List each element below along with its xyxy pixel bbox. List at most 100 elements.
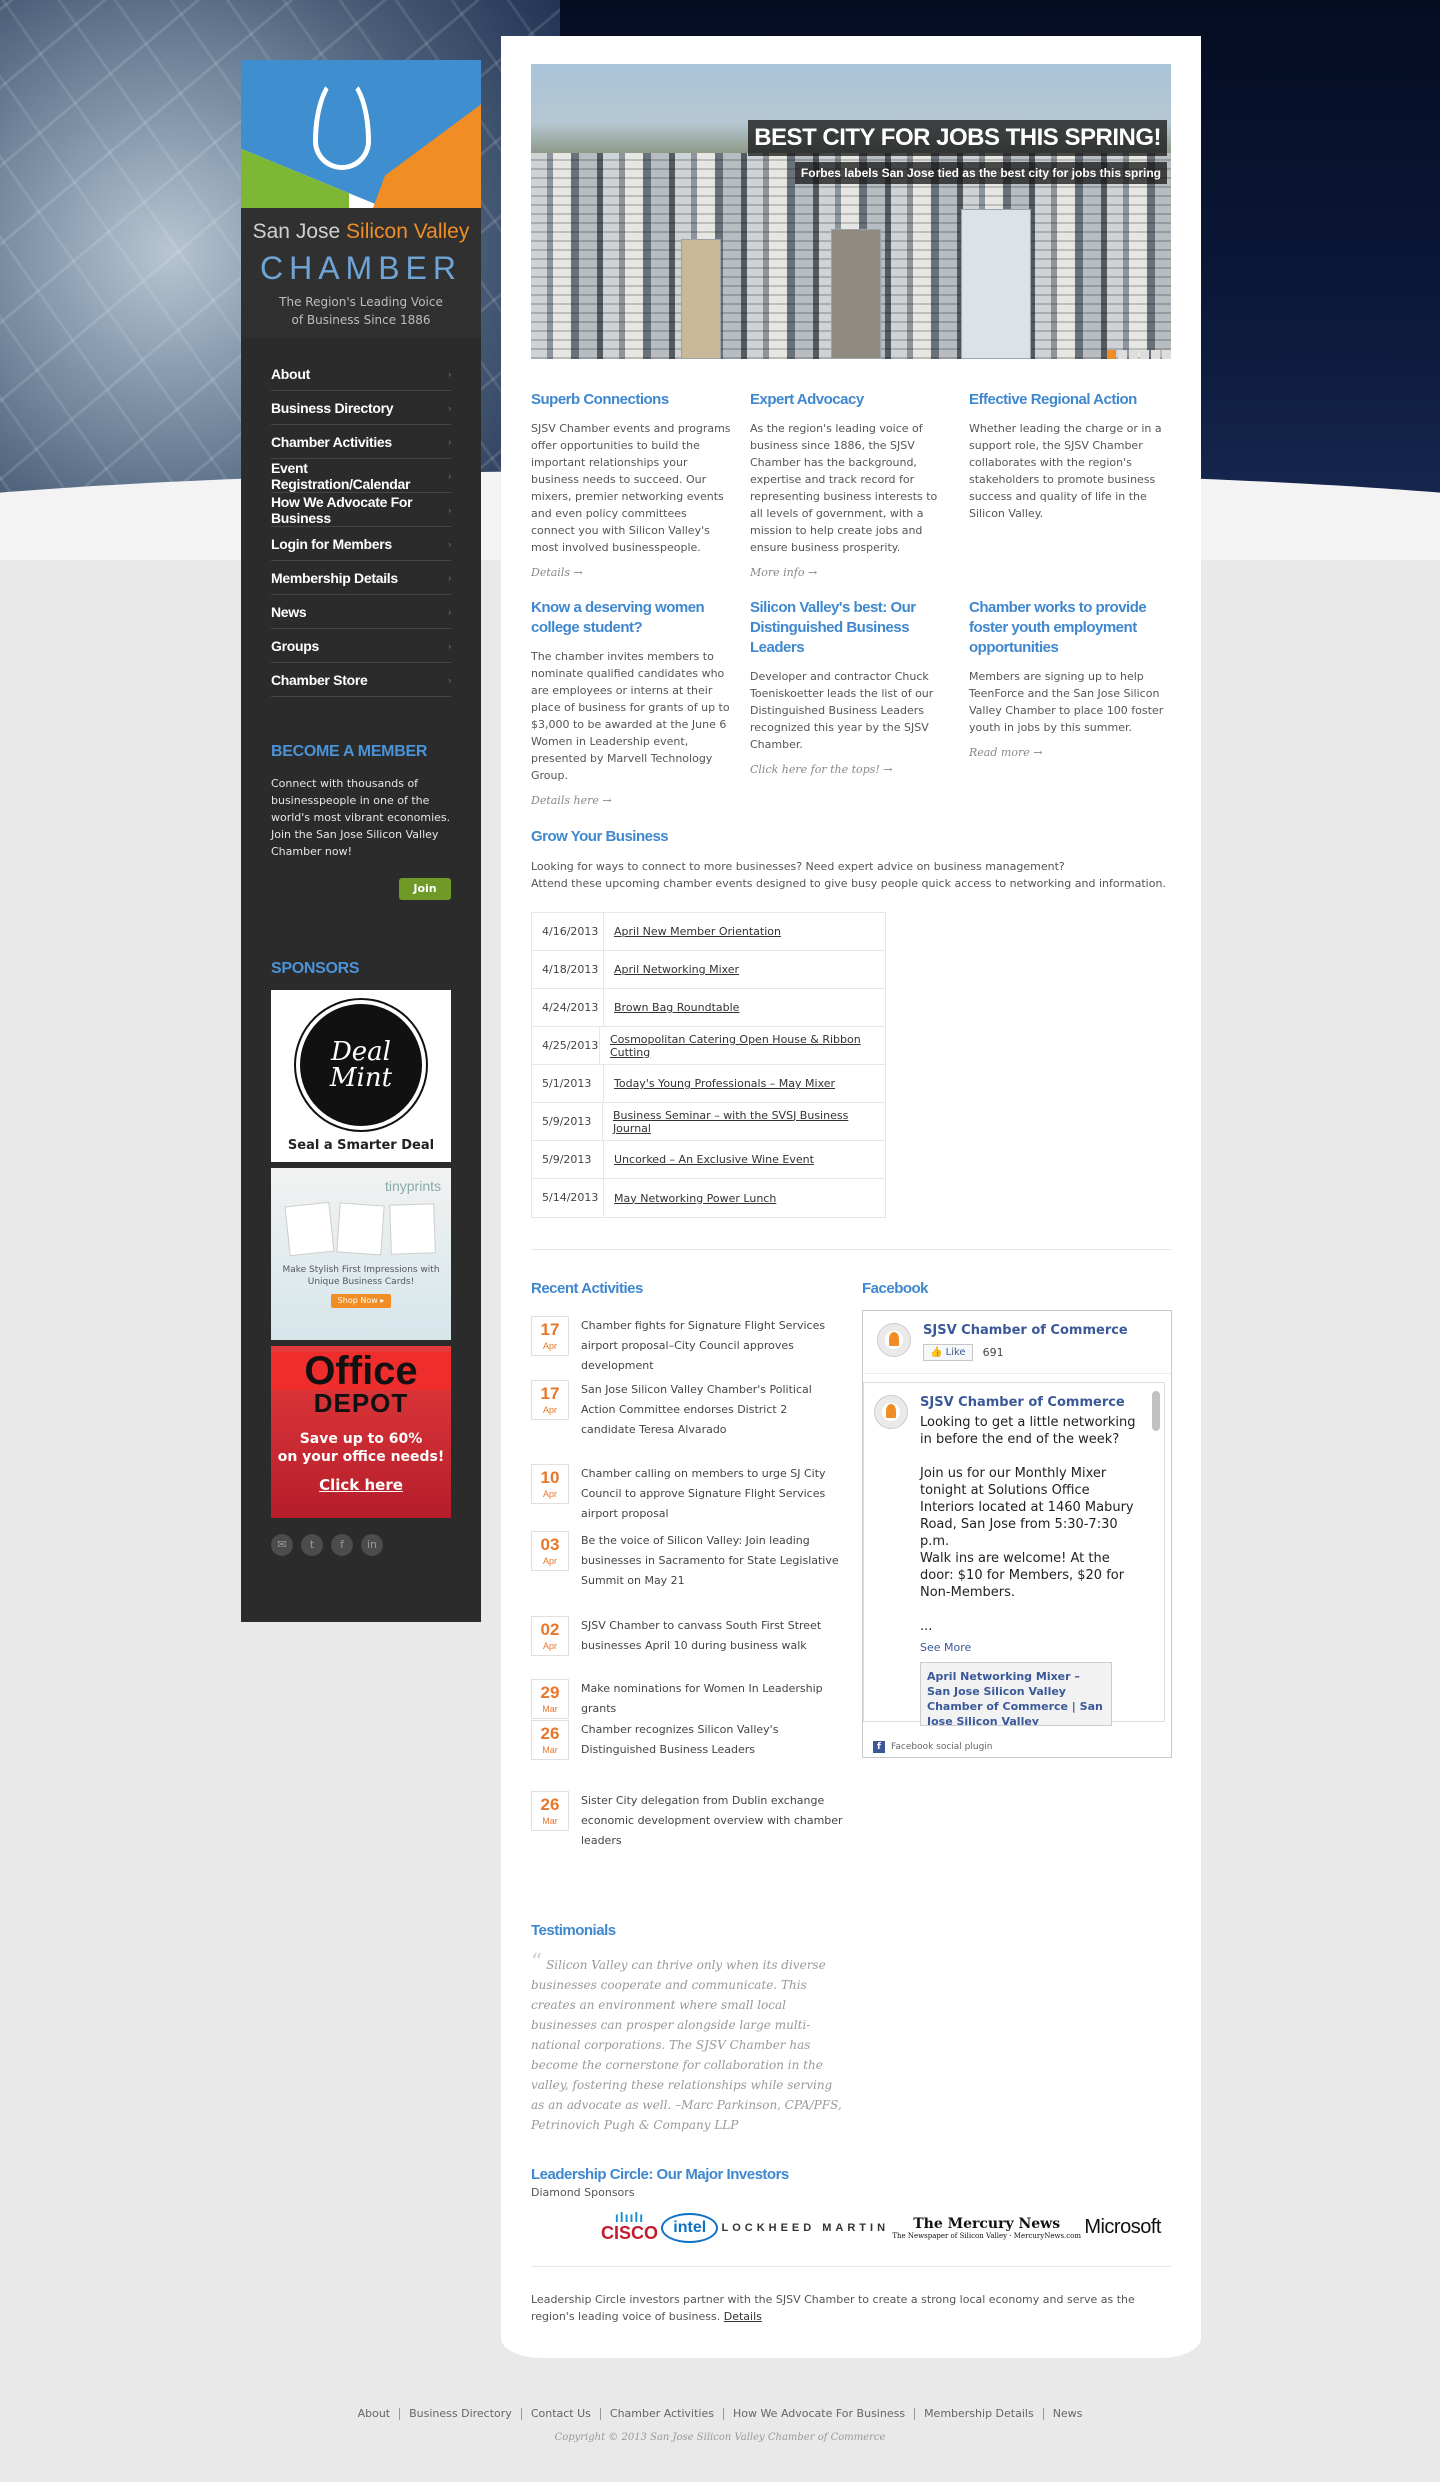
- news-card: Know a deserving women college student? T…: [531, 599, 730, 807]
- leadership-details-link[interactable]: Details: [724, 2310, 762, 2323]
- join-button[interactable]: Join: [399, 878, 451, 900]
- footer-link-news[interactable]: News: [1042, 2408, 1092, 2420]
- activity-link[interactable]: San Jose Silicon Valley Chamber's Politi…: [581, 1380, 843, 1440]
- chevron-right-icon: ›: [448, 504, 451, 515]
- event-row: 4/25/2013 Cosmopolitan Catering Open Hous…: [532, 1027, 885, 1065]
- nav-item-news[interactable]: News ›: [271, 595, 451, 629]
- nav-item-event-registration-calendar[interactable]: Event Registration/Calendar ›: [271, 459, 451, 493]
- activity-link[interactable]: Chamber recognizes Silicon Valley's Dist…: [581, 1720, 843, 1760]
- facebook-icon[interactable]: f: [331, 1534, 353, 1556]
- event-row: 4/16/2013 April New Member Orientation: [532, 913, 885, 951]
- slider-dot[interactable]: [1140, 350, 1149, 359]
- fb-like-button[interactable]: 👍 Like: [923, 1344, 973, 1361]
- event-link[interactable]: April Networking Mixer: [604, 963, 739, 976]
- date-badge: 17 Apr: [531, 1316, 569, 1356]
- event-link[interactable]: Brown Bag Roundtable: [604, 1001, 739, 1014]
- sponsor-dealmint[interactable]: Deal Mint Seal a Smarter Deal: [271, 990, 451, 1162]
- divider: [531, 1249, 1171, 1250]
- sidebar: San Jose Silicon Valley CHAMBER The Regi…: [241, 60, 481, 1622]
- divider: [531, 2266, 1171, 2267]
- fb-see-more[interactable]: See More: [920, 1641, 1140, 1654]
- event-link[interactable]: Business Seminar – with the SVSJ Busines…: [603, 1109, 885, 1135]
- fb-attachment[interactable]: April Networking Mixer – San Jose Silico…: [920, 1662, 1112, 1726]
- social-links: ✉ t f in: [271, 1534, 451, 1556]
- email-icon[interactable]: ✉: [271, 1534, 293, 1556]
- event-link[interactable]: April New Member Orientation: [604, 925, 781, 938]
- nav-item-membership-details[interactable]: Membership Details ›: [271, 561, 451, 595]
- activity-item: 26 Mar Chamber recognizes Silicon Valley's…: [531, 1720, 843, 1760]
- fb-page-name[interactable]: SJSV Chamber of Commerce: [923, 1323, 1128, 1338]
- nav-item-chamber-store[interactable]: Chamber Store ›: [271, 663, 451, 697]
- fb-post: SJSV Chamber of Commerce Looking to get …: [863, 1382, 1165, 1726]
- activity-item: 03 Apr Be the voice of Silicon Valley: Joi…: [531, 1531, 843, 1591]
- twitter-icon[interactable]: t: [301, 1534, 323, 1556]
- feature-card: Superb Connections SJSV Chamber events an…: [531, 391, 731, 579]
- activity-link[interactable]: Chamber calling on members to urge SJ Ci…: [581, 1464, 843, 1524]
- event-link[interactable]: Today's Young Professionals – May Mixer: [604, 1077, 835, 1090]
- date-badge: 02 Apr: [531, 1616, 569, 1656]
- activity-link[interactable]: Be the voice of Silicon Valley: Join lea…: [581, 1531, 843, 1591]
- event-link[interactable]: May Networking Power Lunch: [604, 1192, 776, 1205]
- slider-dot[interactable]: [1118, 350, 1127, 359]
- event-row: 4/24/2013 Brown Bag Roundtable: [532, 989, 885, 1027]
- event-date: 5/9/2013: [532, 1103, 603, 1140]
- activity-item: 17 Apr San Jose Silicon Valley Chamber's P…: [531, 1380, 843, 1440]
- event-link[interactable]: Uncorked – An Exclusive Wine Event: [604, 1153, 814, 1166]
- leadership-title: Leadership Circle: Our Major Investors: [531, 2166, 789, 2183]
- logo-text: San Jose Silicon Valley CHAMBER The Regi…: [241, 208, 481, 337]
- activity-item: 26 Mar Sister City delegation from Dublin …: [531, 1791, 843, 1851]
- footer-link-membership-details[interactable]: Membership Details: [914, 2408, 1043, 2420]
- lockheed-martin-logo[interactable]: LOCKHEED MARTIN: [721, 2222, 889, 2234]
- main-nav: About › Business Directory › Chamber Activit…: [271, 357, 451, 697]
- event-row: 5/9/2013 Business Seminar – with the SVSJ…: [532, 1103, 885, 1141]
- sponsor-logos: ılıılı CISCO intel LOCKHEED MARTIN The Me…: [601, 2210, 1161, 2244]
- footer-link-contact-us[interactable]: Contact Us: [520, 2408, 600, 2420]
- fb-post-text: Looking to get a little networking in be…: [920, 1415, 1136, 1634]
- activity-link[interactable]: Make nominations for Women In Leadership…: [581, 1679, 843, 1719]
- footer-link-business-directory[interactable]: Business Directory: [399, 2408, 521, 2420]
- chevron-right-icon: ›: [448, 470, 451, 481]
- fb-like-count: 691: [982, 1346, 1004, 1359]
- nav-item-chamber-activities[interactable]: Chamber Activities ›: [271, 425, 451, 459]
- activity-link[interactable]: Sister City delegation from Dublin excha…: [581, 1791, 843, 1851]
- nav-item-login-for-members[interactable]: Login for Members ›: [271, 527, 451, 561]
- main-content: BEST CITY FOR JOBS THIS SPRING! Forbes l…: [501, 36, 1201, 2358]
- slider-dot[interactable]: [1107, 350, 1116, 359]
- nav-item-groups[interactable]: Groups ›: [271, 629, 451, 663]
- footer-link-about[interactable]: About: [349, 2408, 400, 2420]
- chevron-right-icon: ›: [448, 436, 451, 447]
- hero-slider[interactable]: BEST CITY FOR JOBS THIS SPRING! Forbes l…: [531, 64, 1171, 359]
- slider-dot[interactable]: [1162, 350, 1171, 359]
- nav-item-how-we-advocate-for-business[interactable]: How We Advocate For Business ›: [271, 493, 451, 527]
- activity-item: 17 Apr Chamber fights for Signature Flight…: [531, 1316, 843, 1376]
- become-member-title: BECOME A MEMBER: [271, 743, 428, 760]
- chamber-logo[interactable]: [241, 60, 481, 208]
- sponsor-tinyprints[interactable]: tinyprints Make Stylish First Impression…: [271, 1168, 451, 1340]
- activity-link[interactable]: SJSV Chamber to canvass South First Stre…: [581, 1616, 843, 1656]
- fb-scrollbar[interactable]: [1152, 1391, 1160, 1431]
- chamber-avatar[interactable]: [877, 1323, 911, 1357]
- event-date: 4/25/2013: [532, 1027, 600, 1064]
- mercury-news-logo[interactable]: The Mercury News The Newspaper of Silicon…: [892, 2216, 1081, 2240]
- microsoft-logo[interactable]: Microsoft: [1084, 2216, 1161, 2239]
- cisco-logo[interactable]: ılıılı CISCO: [601, 2210, 658, 2244]
- footer-link-chamber-activities[interactable]: Chamber Activities: [599, 2408, 723, 2420]
- activity-item: 29 Mar Make nominations for Women In Leade…: [531, 1679, 843, 1719]
- event-date: 5/14/2013: [532, 1179, 604, 1217]
- event-date: 5/1/2013: [532, 1065, 604, 1102]
- event-row: 4/18/2013 April Networking Mixer: [532, 951, 885, 989]
- activity-link[interactable]: Chamber fights for Signature Flight Serv…: [581, 1316, 843, 1376]
- activity-item: 10 Apr Chamber calling on members to urge …: [531, 1464, 843, 1524]
- nav-item-about[interactable]: About ›: [271, 357, 451, 391]
- grow-business-text: Looking for ways to connect to more busi…: [531, 860, 1166, 890]
- features-row: Superb Connections SJSV Chamber events an…: [531, 390, 1171, 579]
- linkedin-icon[interactable]: in: [361, 1534, 383, 1556]
- chamber-avatar[interactable]: [874, 1395, 908, 1429]
- sponsor-office-depot[interactable]: Office DEPOT Save up to 60% on your offic…: [271, 1346, 451, 1518]
- slider-dot[interactable]: [1151, 350, 1160, 359]
- footer-link-how-we-advocate-for-business[interactable]: How We Advocate For Business: [722, 2408, 914, 2420]
- slider-dot[interactable]: [1129, 350, 1138, 359]
- event-link[interactable]: Cosmopolitan Catering Open House & Ribbo…: [600, 1033, 885, 1059]
- nav-item-business-directory[interactable]: Business Directory ›: [271, 391, 451, 425]
- intel-logo[interactable]: intel: [661, 2212, 719, 2243]
